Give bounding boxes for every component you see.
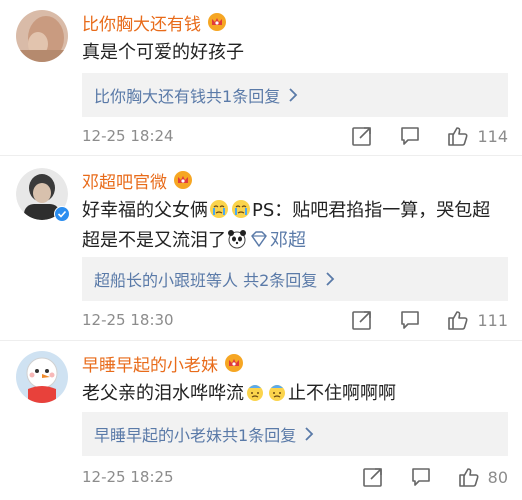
comment-text-part: 老父亲的泪水哗哗流 xyxy=(82,383,244,404)
comment-icon[interactable] xyxy=(399,125,421,147)
username-row: 邓超吧官微 xyxy=(82,168,193,193)
username[interactable]: 邓超吧官微 xyxy=(82,168,167,193)
action-bar: 114 xyxy=(351,124,508,148)
sweat-face-emoji xyxy=(247,385,263,401)
username[interactable]: 比你胸大还有钱 xyxy=(82,10,201,35)
like-count: 111 xyxy=(477,310,508,330)
reply-count: 等人 共2条回复 xyxy=(206,271,318,290)
comment-icon[interactable] xyxy=(410,466,432,488)
vip-crown-icon xyxy=(174,171,192,189)
timestamp: 12-25 18:30 xyxy=(82,311,174,329)
comment-item-3: 早睡早起的小老妹 老父亲的泪水哗哗流 止不住啊啊啊 早睡早起的小老妹 共1条回复 … xyxy=(0,341,522,500)
reply-author-link[interactable]: 超船长的小跟班 xyxy=(94,267,206,291)
username[interactable]: 早睡早起的小老妹 xyxy=(82,351,218,376)
comment-text: 真是个可爱的好孩子 xyxy=(82,38,506,68)
panda-emoji xyxy=(228,230,246,249)
crying-face-emoji xyxy=(210,200,228,218)
comment-text: 好幸福的父女俩 PS：贴吧君掐指一算，哭包超 超是不是又流泪了 邓超 xyxy=(82,196,506,256)
chevron-right-icon xyxy=(305,427,314,441)
like-thumb-icon[interactable] xyxy=(447,309,469,331)
chevron-right-icon xyxy=(326,272,335,286)
vip-crown-icon xyxy=(225,354,243,372)
comment-text-part: 止不住啊啊啊 xyxy=(288,383,396,404)
reply-summary[interactable]: 超船长的小跟班 等人 共2条回复 xyxy=(82,257,508,301)
action-bar: 80 xyxy=(362,465,508,489)
chevron-right-icon xyxy=(289,88,298,102)
reply-summary[interactable]: 比你胸大还有钱 共1条回复 xyxy=(82,73,508,117)
reply-count: 共1条回复 xyxy=(222,426,297,445)
vip-crown-icon xyxy=(208,13,226,31)
avatar[interactable] xyxy=(16,351,68,403)
crying-face-emoji xyxy=(232,200,250,218)
avatar[interactable] xyxy=(16,10,68,62)
like-count: 80 xyxy=(487,467,508,487)
comment-text-part: 超是不是又流泪了 xyxy=(82,230,226,251)
reply-author-link[interactable]: 早睡早起的小老妹 xyxy=(94,422,222,446)
like-count: 114 xyxy=(477,126,508,146)
reply-count: 共1条回复 xyxy=(206,87,281,106)
diamond-emoji xyxy=(251,231,267,247)
timestamp: 12-25 18:25 xyxy=(82,468,174,486)
sweat-face-emoji xyxy=(269,385,285,401)
comment-text-part: PS：贴吧君掐指一算，哭包超 xyxy=(252,200,491,221)
timestamp: 12-25 18:24 xyxy=(82,127,174,145)
share-icon[interactable] xyxy=(362,466,384,488)
comment-text-part: 好幸福的父女俩 xyxy=(82,200,208,221)
like-thumb-icon[interactable] xyxy=(447,125,469,147)
comment-item-2: 邓超吧官微 好幸福的父女俩 PS：贴吧君掐指一算，哭包超 超是不是又流泪了 邓超 超… xyxy=(0,156,522,340)
share-icon[interactable] xyxy=(351,125,373,147)
meta-row: 12-25 18:24 114 xyxy=(82,124,508,148)
username-row: 早睡早起的小老妹 xyxy=(82,351,244,376)
meta-row: 12-25 18:25 80 xyxy=(82,465,508,489)
reply-summary[interactable]: 早睡早起的小老妹 共1条回复 xyxy=(82,412,508,456)
avatar[interactable] xyxy=(16,168,70,222)
verified-badge-icon xyxy=(54,206,70,222)
action-bar: 111 xyxy=(351,308,508,332)
comment-item-1: 比你胸大还有钱 真是个可爱的好孩子 比你胸大还有钱 共1条回复 12-25 18… xyxy=(0,0,522,155)
username-row: 比你胸大还有钱 xyxy=(82,10,227,35)
comment-text: 老父亲的泪水哗哗流 止不住啊啊啊 xyxy=(82,379,506,409)
meta-row: 12-25 18:30 111 xyxy=(82,308,508,332)
comment-icon[interactable] xyxy=(399,309,421,331)
like-thumb-icon[interactable] xyxy=(458,466,480,488)
share-icon[interactable] xyxy=(351,309,373,331)
comment-text-content: 真是个可爱的好孩子 xyxy=(82,42,244,63)
reply-author-link[interactable]: 比你胸大还有钱 xyxy=(94,83,206,107)
user-mention-link[interactable]: 邓超 xyxy=(270,230,306,251)
